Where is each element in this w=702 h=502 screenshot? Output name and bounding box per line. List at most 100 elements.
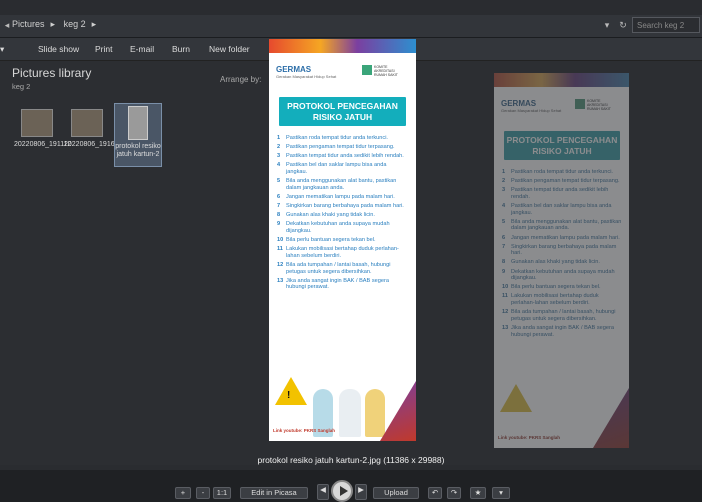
poster-stripe — [269, 39, 416, 53]
rule-text: Bila perlu bantuan segera tekan bel. — [511, 284, 601, 291]
rule-text: Bila perlu bantuan segera tekan bel. — [286, 236, 376, 243]
logo-right-text: KOMITE AKREDITASI RUMAH SAKIT — [587, 99, 611, 111]
file-item-selected[interactable]: protokol resiko jatuh kartun-2 — [114, 103, 162, 167]
previous-button[interactable]: ◀ — [317, 484, 329, 500]
poster-reflection: GERMAS Gerakan Masyarakat Hidup Sehat KOM… — [494, 73, 629, 448]
wet-floor-sign-icon — [275, 377, 307, 405]
rule-text: Singkirkan barang berbahaya pada malam h… — [286, 202, 404, 209]
doctor-figure — [339, 389, 361, 437]
rule-item: 9 Dekatkan kebutuhan anda supaya mudah di… — [502, 269, 622, 282]
zoom-in-button[interactable]: + — [175, 487, 191, 499]
logo-right-text: KOMITE AKREDITASI RUMAH SAKIT — [374, 65, 398, 77]
chevron-right-icon: ▸ — [91, 19, 97, 29]
rule-text: Jangan mematikan lampu pada malam hari. — [511, 234, 620, 241]
poster-thumbnail — [128, 106, 148, 140]
rule-item: 7 Singkirkan barang berbahaya pada malam … — [502, 244, 622, 257]
rule-text: Jika anda sangat ingin BAK / BAB segera … — [286, 277, 389, 291]
photo-thumbnail — [21, 109, 53, 137]
arrange-by[interactable]: Arrange by: — [220, 75, 261, 84]
rule-item: 1 Pastikan roda tempat tidur anda terkunc… — [502, 169, 613, 175]
rule-text: Gunakan alas khaki yang tidak licin. — [286, 212, 375, 219]
photo-thumbnail — [71, 109, 103, 137]
actual-size-button[interactable]: 1:1 — [213, 487, 231, 499]
poster-corner-decoration — [593, 388, 629, 448]
rule-item: 8 Gunakan alas khaki yang tidak licin. — [502, 259, 600, 266]
breadcrumb-keg2[interactable]: keg 2 — [64, 19, 86, 29]
rotate-left-icon[interactable]: ↶ — [428, 487, 442, 499]
rule-text: Pastikan pengaman tempat tidur terpasang… — [511, 178, 620, 185]
rule-item: 12 Bila ada tumpahan / lantai basah, hubu… — [502, 309, 622, 322]
menu-dropdown-icon[interactable]: ▾ — [492, 487, 510, 499]
rule-text: Bila ada tumpahan / lantai basah, hubung… — [511, 309, 616, 322]
next-button[interactable]: ▶ — [355, 484, 367, 500]
logo-left-subtext: Gerakan Masyarakat Hidup Sehat — [501, 108, 562, 113]
file-name: 20220806_191112 — [14, 141, 72, 148]
rule-text: Pastikan bel dan saklar lampu bisa anda … — [511, 202, 612, 216]
print-button[interactable]: Print — [95, 44, 112, 54]
breadcrumb[interactable]: Pictures ▸ keg 2 ▸ — [12, 19, 102, 30]
chevron-right-icon: ▸ — [50, 19, 56, 29]
rule-item: 11 Lakukan mobilisasi bertahap duduk perl… — [277, 246, 409, 259]
logo-left-text: GERMAS — [501, 99, 537, 108]
poster-title: PROTOKOL PENCEGAHAN RISIKO JATUH — [502, 129, 622, 162]
rule-text: Jangan mematikan lampu pada malam hari. — [286, 193, 395, 200]
rule-text: Bila anda menggunakan alat bantu, pastik… — [511, 218, 622, 232]
rule-item: 4 Pastikan bel dan saklar lampu bisa anda… — [502, 203, 622, 216]
upload-button[interactable]: Upload — [373, 487, 419, 499]
rule-item: 1 Pastikan roda tempat tidur anda terkunc… — [277, 135, 388, 141]
edit-in-picasa-button[interactable]: Edit in Picasa — [240, 487, 308, 499]
rule-item: 13 Jika anda sangat ingin BAK / BAB seger… — [277, 278, 409, 291]
star-icon[interactable]: ★ — [470, 487, 486, 499]
poster-stripe — [494, 73, 629, 87]
zoom-out-button[interactable]: - — [196, 487, 210, 499]
kars-mark — [362, 65, 372, 75]
play-slideshow-button[interactable] — [331, 480, 353, 502]
poster-rules-list: 1 Pastikan roda tempat tidur anda terkunc… — [502, 169, 622, 341]
new-folder-button[interactable]: New folder — [209, 44, 250, 54]
kars-logo: KOMITE AKREDITASI RUMAH SAKIT — [575, 99, 621, 111]
rule-item: 9 Dekatkan kebutuhan anda supaya mudah di… — [277, 221, 409, 234]
exclamation-icon: ! — [287, 390, 291, 401]
rule-item: 10 Bila perlu bantuan segera tekan bel. — [502, 284, 601, 291]
rotate-right-icon[interactable]: ↷ — [447, 487, 461, 499]
logo-left-text: GERMAS — [276, 65, 312, 74]
address-bar: ◂ Pictures ▸ keg 2 ▸ ▾ ↻ Search keg 2 — [0, 15, 702, 38]
rule-item: 8 Gunakan alas khaki yang tidak licin. — [277, 212, 375, 219]
rule-text: Pastikan tempat tidur anda sedikit lebih… — [511, 187, 609, 200]
rule-text: Pastikan roda tempat tidur anda terkunci… — [511, 169, 613, 175]
rule-item: 3 Pastikan tempat tidur anda sedikit lebi… — [502, 187, 622, 200]
file-name: 20220806_191654 — [64, 141, 123, 148]
wet-floor-sign-icon — [500, 384, 532, 412]
rule-text: Pastikan bel dan saklar lampu bisa anda … — [286, 162, 387, 175]
file-item[interactable]: 20220806_191112 — [14, 105, 72, 149]
rule-item: 6 Jangan mematikan lampu pada malam hari. — [502, 234, 620, 241]
rule-item: 4 Pastikan bel dan saklar lampu bisa anda… — [277, 162, 409, 175]
rule-item: 3 Pastikan tempat tidur anda sedikit lebi… — [277, 153, 404, 160]
email-button[interactable]: E-mail — [130, 44, 154, 54]
rule-text: Dekatkan kebutuhan anda supaya mudah dij… — [511, 268, 615, 282]
file-name: protokol resiko jatuh kartun-2 — [115, 143, 161, 158]
dropdown-icon[interactable]: ▾ — [600, 18, 614, 32]
poster-corner-decoration — [380, 381, 416, 441]
search-input[interactable]: Search keg 2 — [632, 17, 700, 33]
kars-logo: KOMITE AKREDITASI RUMAH SAKIT — [362, 65, 408, 77]
rule-text: Singkirkan barang berbahaya pada malam h… — [511, 243, 617, 257]
file-item[interactable]: 20220806_191654 — [64, 105, 123, 149]
rule-item: 6 Jangan mematikan lampu pada malam hari. — [277, 193, 395, 200]
rule-text: Bila ada tumpahan / lantai basah, hubung… — [286, 261, 391, 275]
rule-item: 11 Lakukan mobilisasi bertahap duduk perl… — [502, 293, 622, 306]
nurse-figure — [365, 389, 385, 437]
refresh-icon[interactable]: ↻ — [616, 18, 630, 32]
library-subtitle: keg 2 — [12, 82, 31, 91]
kars-mark — [575, 99, 585, 109]
slide-show-button[interactable]: Slide show — [38, 44, 79, 54]
chevron-down-icon[interactable]: ▾ — [0, 44, 4, 55]
image-preview[interactable]: GERMAS Gerakan Masyarakat Hidup Sehat KOM… — [269, 39, 416, 441]
rule-text: Pastikan tempat tidur anda sedikit lebih… — [286, 153, 404, 160]
breadcrumb-pictures[interactable]: Pictures — [12, 19, 45, 29]
burn-button[interactable]: Burn — [172, 44, 190, 54]
rule-item: 13 Jika anda sangat ingin BAK / BAB seger… — [502, 325, 622, 338]
youtube-link-label: Link youtube: PKRS Sanglah — [273, 428, 336, 433]
rule-text: Bila anda menggunakan alat bantu, pastik… — [286, 178, 397, 191]
poster-rules-list: 1 Pastikan roda tempat tidur anda terkunc… — [277, 135, 409, 293]
